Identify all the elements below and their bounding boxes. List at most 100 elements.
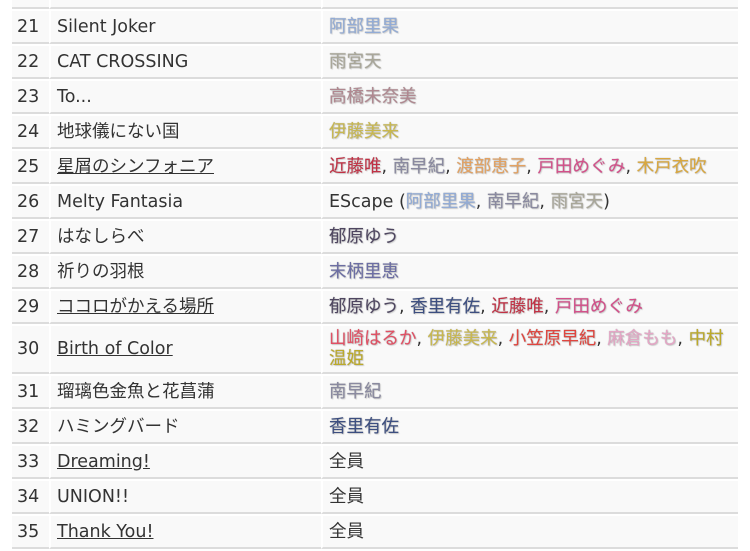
table-row: 34 UNION!! 全員	[12, 481, 738, 514]
performer-name: 伊藤美来	[329, 121, 399, 142]
separator: ,	[399, 296, 411, 317]
performer-name: 伊藤美来	[427, 329, 498, 349]
performers-cell: 末柄里恵	[321, 256, 738, 289]
table-row: 29 ココロがかえる場所 郁原ゆう, 香里有佐, 近藤唯, 戸田めぐみ	[12, 291, 738, 324]
song-title: Silent Joker	[57, 16, 156, 37]
unit-name: EScape (	[329, 191, 406, 212]
separator: ,	[625, 156, 637, 177]
performers-cell: EScape (阿部里果, 南早紀, 雨宮天)	[321, 186, 738, 219]
performer-name: 雨宮天	[329, 51, 382, 72]
track-number: 27	[12, 221, 49, 254]
separator: ,	[480, 296, 492, 317]
title-cell: To...	[49, 81, 321, 114]
performer-all: 全員	[329, 521, 364, 542]
performer-name: 香里有佐	[410, 296, 481, 317]
song-title: 地球儀にない国	[57, 121, 180, 142]
title-cell: はなしらべ	[49, 221, 321, 254]
unit-close: )	[603, 191, 610, 212]
performer-name: 南早紀	[392, 156, 446, 177]
table-row: 27 はなしらべ 郁原ゆう	[12, 221, 738, 254]
performer-name: 戸田めぐみ	[537, 156, 626, 177]
track-number: 23	[12, 81, 49, 114]
title-cell: Dreaming!	[49, 446, 321, 479]
table-row: 25 星屑のシンフォニア 近藤唯, 南早紀, 渡部恵子, 戸田めぐみ, 木戸衣吹	[12, 151, 738, 184]
table-row: 23 To... 高橋未奈美	[12, 81, 738, 114]
performers-cell: 近藤唯, 南早紀, 渡部恵子, 戸田めぐみ, 木戸衣吹	[321, 151, 738, 184]
performers-cell: 山崎はるか, 伊藤美来, 小笠原早紀, 麻倉もも, 中村温姫	[321, 326, 738, 374]
track-number: 33	[12, 446, 49, 479]
table-row: 31 瑠璃色金魚と花菖蒲 南早紀	[12, 376, 738, 409]
title-cell: Melty Fantasia	[49, 186, 321, 219]
table-row: 32 ハミングバード 香里有佐	[12, 411, 738, 444]
performers-cell: 郁原ゆう	[321, 221, 738, 254]
performer-name: 近藤唯	[329, 156, 382, 177]
table-row-partial	[12, 0, 738, 9]
performer-name: 郁原ゆう	[329, 226, 399, 247]
track-number: 30	[12, 326, 49, 374]
performer-name: 麻倉もも	[607, 329, 678, 349]
performers-cell: 高橋未奈美	[321, 81, 738, 114]
track-number: 29	[12, 291, 49, 324]
title-cell: Silent Joker	[49, 11, 321, 44]
table-row: 35 Thank You! 全員	[12, 516, 738, 549]
track-number: 26	[12, 186, 49, 219]
track-number: 24	[12, 116, 49, 149]
performers-cell: 香里有佐	[321, 411, 738, 444]
performers-cell: 雨宮天	[321, 46, 738, 79]
performer-name: 香里有佐	[329, 416, 399, 437]
title-cell: 地球儀にない国	[49, 116, 321, 149]
separator: ,	[497, 329, 509, 349]
track-number: 34	[12, 481, 49, 514]
performer-name: 木戸衣吹	[636, 156, 707, 177]
performer-name: 南早紀	[329, 381, 382, 402]
song-title-link[interactable]: 星屑のシンフォニア	[57, 157, 214, 177]
performer-name: 渡部恵子	[456, 156, 527, 177]
song-title: 瑠璃色金魚と花菖蒲	[57, 381, 215, 402]
performers-cell: 阿部里果	[321, 11, 738, 44]
song-title-link[interactable]: Thank You!	[57, 522, 153, 542]
song-title-link[interactable]: ココロがかえる場所	[57, 297, 214, 317]
separator: ,	[596, 329, 608, 349]
setlist-table: 21 Silent Joker 阿部里果 22 CAT CROSSING 雨宮天 23 To.…	[12, 0, 738, 551]
table-row: 33 Dreaming! 全員	[12, 446, 738, 479]
performers-cell: 全員	[321, 516, 738, 549]
title-cell: Birth of Color	[49, 326, 321, 374]
title-cell: ココロがかえる場所	[49, 291, 321, 324]
performers-cell: 郁原ゆう, 香里有佐, 近藤唯, 戸田めぐみ	[321, 291, 738, 324]
song-title: ハミングバード	[57, 416, 180, 437]
performer-name: 末柄里恵	[329, 261, 399, 282]
song-title: はなしらべ	[57, 226, 145, 247]
separator: ,	[543, 296, 555, 317]
performer-name: 山崎はるか	[329, 329, 417, 349]
title-cell: 瑠璃色金魚と花菖蒲	[49, 376, 321, 409]
performer-name: 近藤唯	[491, 296, 544, 317]
table-row: 21 Silent Joker 阿部里果	[12, 11, 738, 44]
song-title-link[interactable]: Birth of Color	[57, 339, 173, 359]
performers-cell: 南早紀	[321, 376, 738, 409]
track-number: 25	[12, 151, 49, 184]
performers-cell: 伊藤美来	[321, 116, 738, 149]
performer-name: 戸田めぐみ	[554, 296, 643, 317]
table-row: 22 CAT CROSSING 雨宮天	[12, 46, 738, 79]
table-row: 30 Birth of Color 山崎はるか, 伊藤美来, 小笠原早紀, 麻倉もも…	[12, 326, 738, 374]
separator: ,	[539, 191, 551, 212]
performer-name: 郁原ゆう	[329, 296, 399, 317]
song-title: UNION!!	[57, 486, 129, 507]
song-title: To...	[57, 86, 92, 107]
separator: ,	[475, 191, 487, 212]
title-cell: ハミングバード	[49, 411, 321, 444]
track-number: 21	[12, 11, 49, 44]
table-row: 24 地球儀にない国 伊藤美来	[12, 116, 738, 149]
track-number: 32	[12, 411, 49, 444]
song-title-link[interactable]: Dreaming!	[57, 452, 150, 472]
title-cell: Thank You!	[49, 516, 321, 549]
performer-all: 全員	[329, 486, 364, 507]
performers-cell: 全員	[321, 446, 738, 479]
title-cell: 星屑のシンフォニア	[49, 151, 321, 184]
title-cell: CAT CROSSING	[49, 46, 321, 79]
performer-name: 阿部里果	[329, 16, 399, 37]
track-number: 22	[12, 46, 49, 79]
table-row: 26 Melty Fantasia EScape (阿部里果, 南早紀, 雨宮天)	[12, 186, 738, 219]
song-title: 祈りの羽根	[57, 261, 145, 282]
performer-name: 南早紀	[486, 191, 540, 212]
